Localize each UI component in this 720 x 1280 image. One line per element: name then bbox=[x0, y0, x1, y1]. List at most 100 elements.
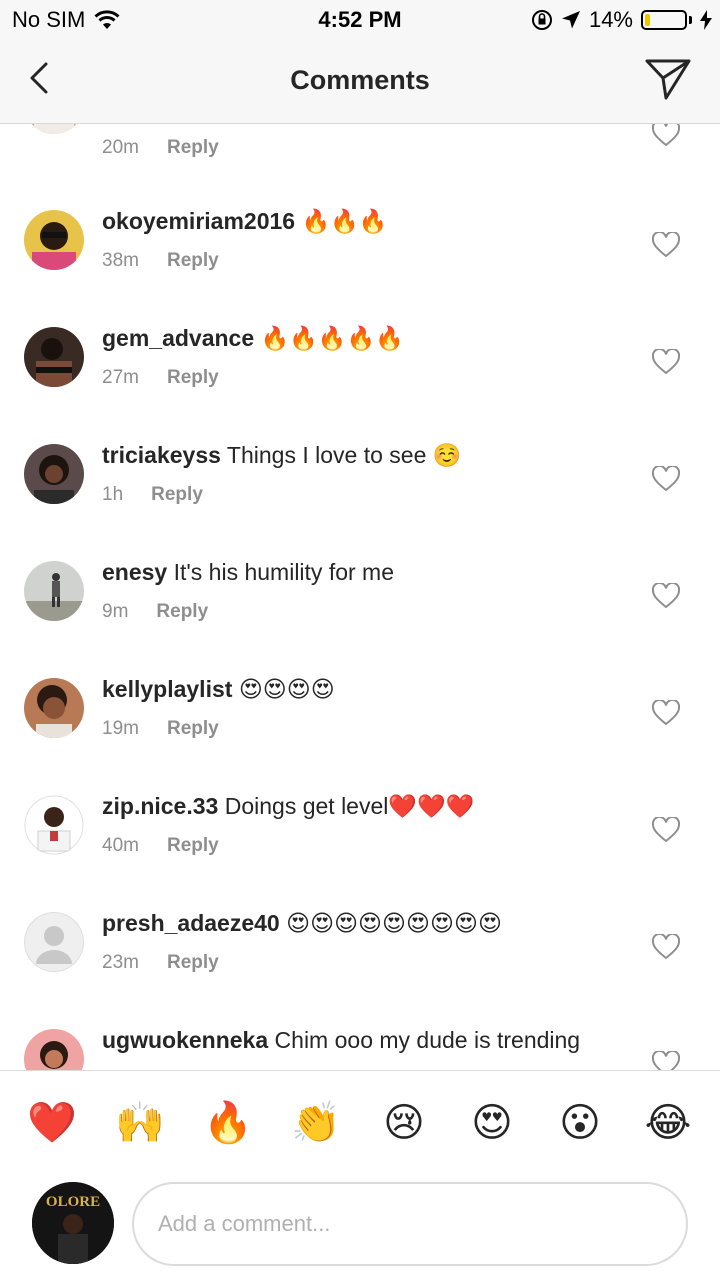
heart-outline-icon bbox=[652, 232, 680, 258]
reply-button[interactable]: Reply bbox=[167, 367, 219, 388]
charging-bolt-icon bbox=[700, 10, 712, 30]
comment-username[interactable]: presh_adaeze40 bbox=[102, 910, 280, 936]
reply-button[interactable]: Reply bbox=[167, 250, 219, 271]
heart-outline-icon bbox=[652, 700, 680, 726]
comment-username[interactable]: okoyemiriam2016 bbox=[102, 208, 295, 234]
reaction-heart-eyes-icon[interactable]: 😍 bbox=[468, 1099, 516, 1147]
comment-item: gem_advance 🔥🔥🔥🔥🔥 27m Reply bbox=[0, 299, 720, 416]
comment-username[interactable]: gem_advance bbox=[102, 325, 254, 351]
reaction-surprised-face-icon[interactable]: 😮 bbox=[556, 1099, 604, 1147]
comment-meta: 1h Reply bbox=[102, 484, 203, 506]
comment-meta: 23m Reply bbox=[102, 952, 219, 974]
comment-body: zip.nice.33 Doings get level❤️❤️❤️ bbox=[102, 791, 630, 821]
avatar[interactable] bbox=[24, 124, 84, 134]
paper-plane-icon bbox=[645, 59, 691, 100]
comment-meta: 27m Reply bbox=[102, 367, 219, 389]
comment-username[interactable]: kellyplaylist bbox=[102, 676, 232, 702]
comment-time: 1h bbox=[102, 484, 124, 505]
like-button[interactable] bbox=[652, 700, 680, 726]
avatar-logo-text: OLORE bbox=[46, 1194, 100, 1210]
avatar[interactable] bbox=[24, 327, 84, 387]
comment-username[interactable]: triciakeyss bbox=[102, 442, 221, 468]
comment-username[interactable]: zip.nice.33 bbox=[102, 793, 218, 819]
comment-body: ugwuokenneka Chim ooo my dude is trendin… bbox=[102, 1025, 630, 1055]
comment-username[interactable]: ugwuokenneka bbox=[102, 1027, 268, 1053]
like-button[interactable] bbox=[652, 934, 680, 960]
comment-time: 23m bbox=[102, 952, 139, 973]
comment-meta: 38m Reply bbox=[102, 250, 219, 272]
share-button[interactable] bbox=[644, 56, 692, 102]
comment-time: 9m bbox=[102, 601, 129, 622]
reply-button[interactable]: Reply bbox=[156, 601, 208, 622]
comment-body: triciakeyss Things I love to see ☺️ bbox=[102, 440, 630, 470]
avatar[interactable] bbox=[24, 210, 84, 270]
comment-time: 20m bbox=[102, 137, 139, 158]
comment-input[interactable] bbox=[132, 1182, 688, 1266]
heart-outline-icon bbox=[652, 583, 680, 609]
comment-meta: 40m Reply bbox=[102, 835, 219, 857]
comment-body: gem_advance 🔥🔥🔥🔥🔥 bbox=[102, 323, 630, 354]
comment-text: 🔥🔥🔥 bbox=[301, 209, 388, 235]
avatar[interactable] bbox=[24, 912, 84, 972]
like-button[interactable] bbox=[652, 349, 680, 375]
status-right: 14% bbox=[531, 7, 712, 33]
comment-text: 😍😍😍😍 bbox=[238, 677, 335, 703]
reply-button[interactable]: Reply bbox=[151, 484, 203, 505]
comment-username[interactable]: enesy bbox=[102, 559, 167, 585]
quick-reactions-bar: ❤️ 🙌 🔥 👏 😢 😍 😮 😂 bbox=[0, 1070, 720, 1178]
reply-button[interactable]: Reply bbox=[167, 835, 219, 856]
comment-body: okoyemiriam2016 🔥🔥🔥 bbox=[102, 206, 630, 237]
reply-button[interactable]: Reply bbox=[167, 137, 219, 158]
like-button[interactable] bbox=[652, 817, 680, 843]
heart-outline-icon bbox=[652, 934, 680, 960]
comment-text: Chim ooo my dude is trending bbox=[274, 1027, 581, 1053]
avatar[interactable] bbox=[24, 678, 84, 738]
orientation-lock-icon bbox=[531, 10, 552, 30]
reaction-fire-icon[interactable]: 🔥 bbox=[203, 1099, 253, 1147]
reply-button[interactable]: Reply bbox=[167, 952, 219, 973]
status-bar: No SIM 4:52 PM 14% bbox=[0, 0, 720, 40]
avatar[interactable] bbox=[24, 1029, 84, 1070]
reaction-crying-face-icon[interactable]: 😢 bbox=[380, 1099, 428, 1147]
reaction-heart-icon[interactable]: ❤️ bbox=[27, 1099, 77, 1147]
comment-item: ugwuokenneka Chim ooo my dude is trendin… bbox=[0, 1001, 720, 1070]
comment-item: zip.nice.33 Doings get level❤️❤️❤️ 40m Re… bbox=[0, 767, 720, 884]
comment-body: kellyplaylist 😍😍😍😍 bbox=[102, 674, 630, 705]
comment-item: presh_adaeze40 😍😍😍😍😍😍😍😍😍 23m Reply bbox=[0, 884, 720, 1001]
comment-item: kellyplaylist 😍😍😍😍 19m Reply bbox=[0, 650, 720, 767]
reaction-laughing-icon[interactable]: 😂 bbox=[644, 1099, 692, 1147]
comment-text: 🔥🔥🔥🔥🔥 bbox=[260, 326, 404, 352]
comment-meta: 9m Reply bbox=[102, 601, 208, 623]
comment-time: 40m bbox=[102, 835, 139, 856]
comment-item: enesy It's his humility for me 9m Reply bbox=[0, 533, 720, 650]
comment-time: 27m bbox=[102, 367, 139, 388]
like-button[interactable] bbox=[652, 124, 680, 147]
battery-level bbox=[645, 14, 650, 26]
comment-item: okoyemiriam2016 🔥🔥🔥 38m Reply bbox=[0, 182, 720, 299]
heart-outline-icon bbox=[652, 1051, 680, 1070]
like-button[interactable] bbox=[652, 466, 680, 492]
battery-percent: 14% bbox=[588, 7, 633, 32]
page-title: Comments bbox=[290, 65, 430, 95]
comment-text: It's his humility for me bbox=[173, 559, 394, 585]
my-avatar[interactable]: OLORE bbox=[32, 1182, 114, 1264]
avatar[interactable] bbox=[24, 444, 84, 504]
avatar[interactable] bbox=[24, 561, 84, 621]
like-button[interactable] bbox=[652, 583, 680, 609]
battery-icon bbox=[641, 10, 687, 30]
comment-text: Doings get level❤️❤️❤️ bbox=[224, 793, 475, 819]
like-button[interactable] bbox=[652, 232, 680, 258]
reply-button[interactable]: Reply bbox=[167, 718, 219, 739]
comment-item: triciakeyss Things I love to see ☺️ 1h Re… bbox=[0, 416, 720, 533]
nav-header: Comments bbox=[0, 40, 720, 124]
comment-item: 20m Reply bbox=[0, 124, 720, 182]
avatar[interactable] bbox=[24, 795, 84, 855]
comment-list[interactable]: 20m Reply okoyemiriam2016 🔥🔥🔥 38m Reply bbox=[0, 124, 720, 1070]
location-arrow-icon bbox=[561, 11, 580, 29]
reaction-raised-hands-icon[interactable]: 🙌 bbox=[115, 1099, 165, 1147]
heart-outline-icon bbox=[652, 817, 680, 843]
like-button[interactable] bbox=[652, 1051, 680, 1070]
comment-meta: 20m Reply bbox=[102, 137, 219, 159]
battery-cap bbox=[689, 16, 692, 24]
reaction-clap-icon[interactable]: 👏 bbox=[291, 1099, 341, 1147]
